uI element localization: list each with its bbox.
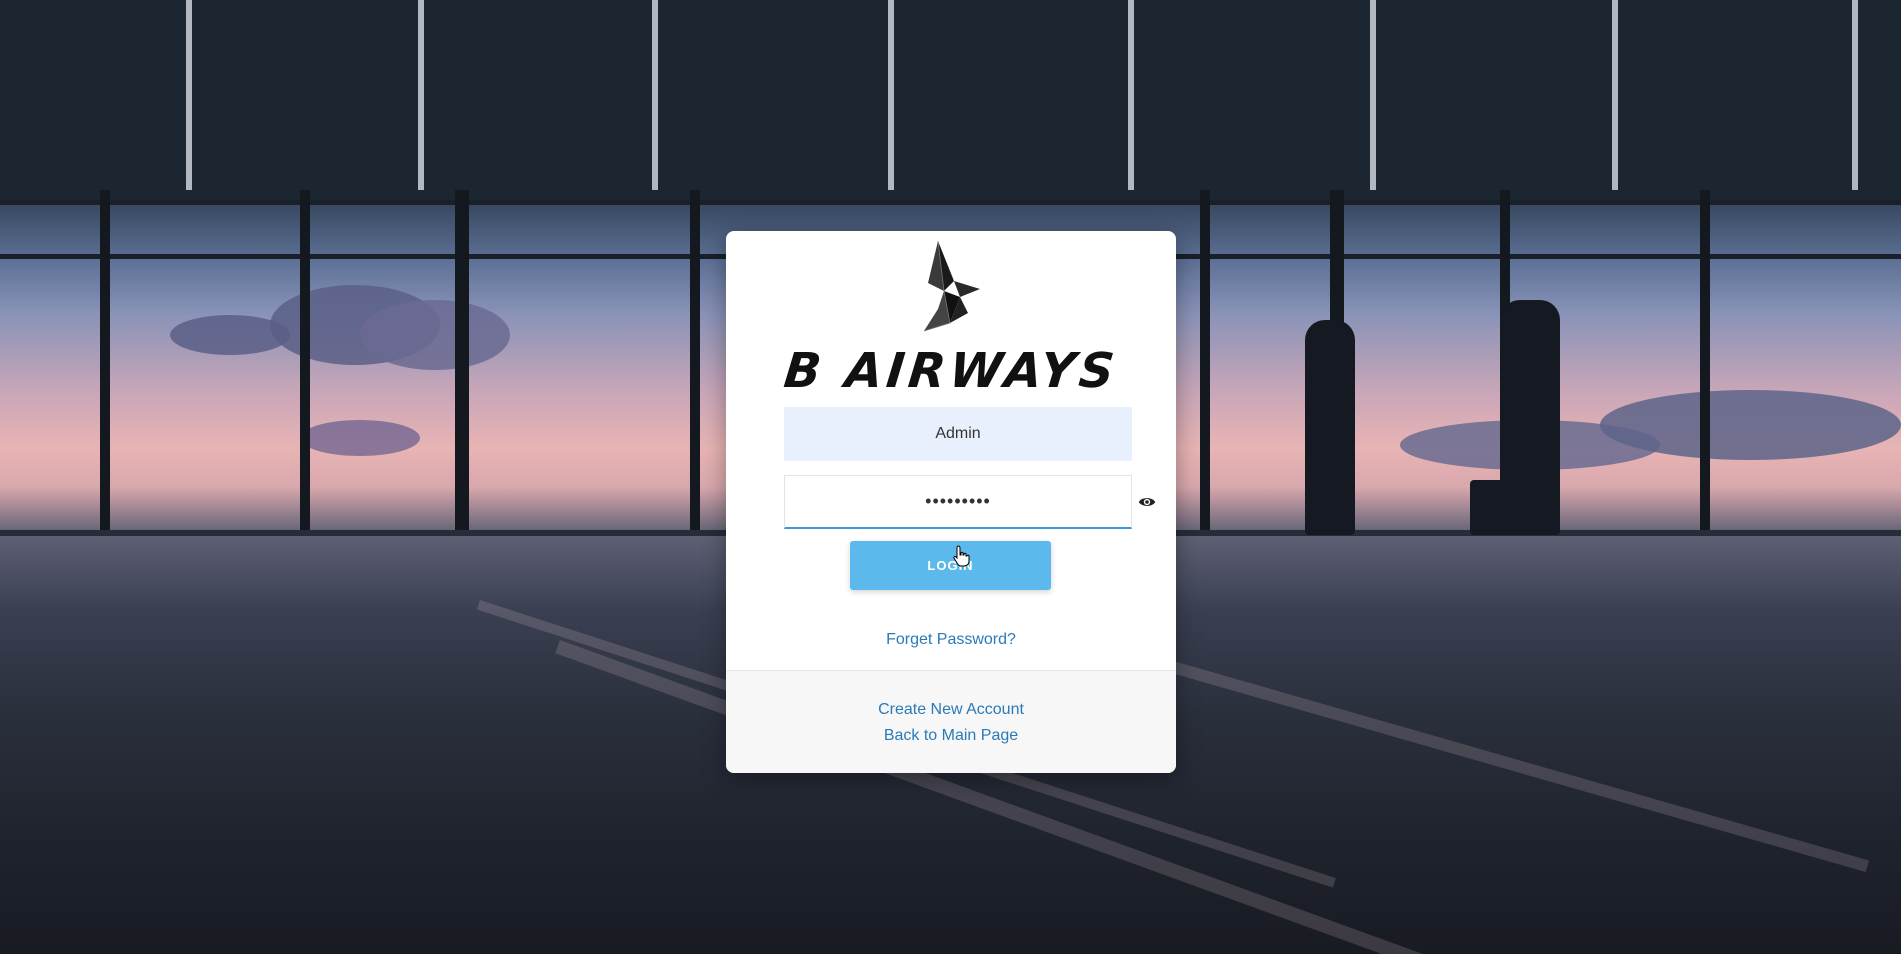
window-pillar [455, 190, 469, 535]
traveler-silhouette [1305, 320, 1355, 535]
ceiling-gap [418, 0, 424, 190]
window-pillar [1700, 190, 1710, 535]
ceiling-gap [1852, 0, 1858, 190]
brand-name: B AIRWAYS [781, 343, 1121, 399]
ceiling-gap [1612, 0, 1618, 190]
eye-icon[interactable] [1138, 493, 1156, 511]
window-pillar [690, 190, 700, 535]
cloud [300, 420, 420, 456]
ceiling-gap [652, 0, 658, 190]
cloud [1600, 390, 1901, 460]
cloud [360, 300, 510, 370]
hand-cursor-icon [953, 545, 970, 567]
origami-bird-icon [923, 240, 980, 332]
suitcase-silhouette [1470, 480, 1530, 535]
username-input[interactable] [784, 407, 1132, 461]
login-card: B AIRWAYS LOGIN Forget Password? Create … [726, 231, 1176, 773]
ceiling-gap [888, 0, 894, 190]
window-pillar [100, 190, 110, 535]
forgot-password-link[interactable]: Forget Password? [726, 631, 1176, 649]
create-account-link[interactable]: Create New Account [726, 701, 1176, 719]
ceiling-gap [186, 0, 192, 190]
window-pillar [300, 190, 310, 535]
ceiling-gap [1128, 0, 1134, 190]
logo: B AIRWAYS [726, 231, 1176, 401]
password-input[interactable] [784, 475, 1132, 529]
back-to-main-link[interactable]: Back to Main Page [726, 727, 1176, 745]
ceiling-gap [1370, 0, 1376, 190]
login-button[interactable]: LOGIN [850, 541, 1051, 590]
window-frame [0, 200, 1901, 205]
window-pillar [1200, 190, 1210, 535]
card-footer: Create New Account Back to Main Page [726, 670, 1176, 773]
